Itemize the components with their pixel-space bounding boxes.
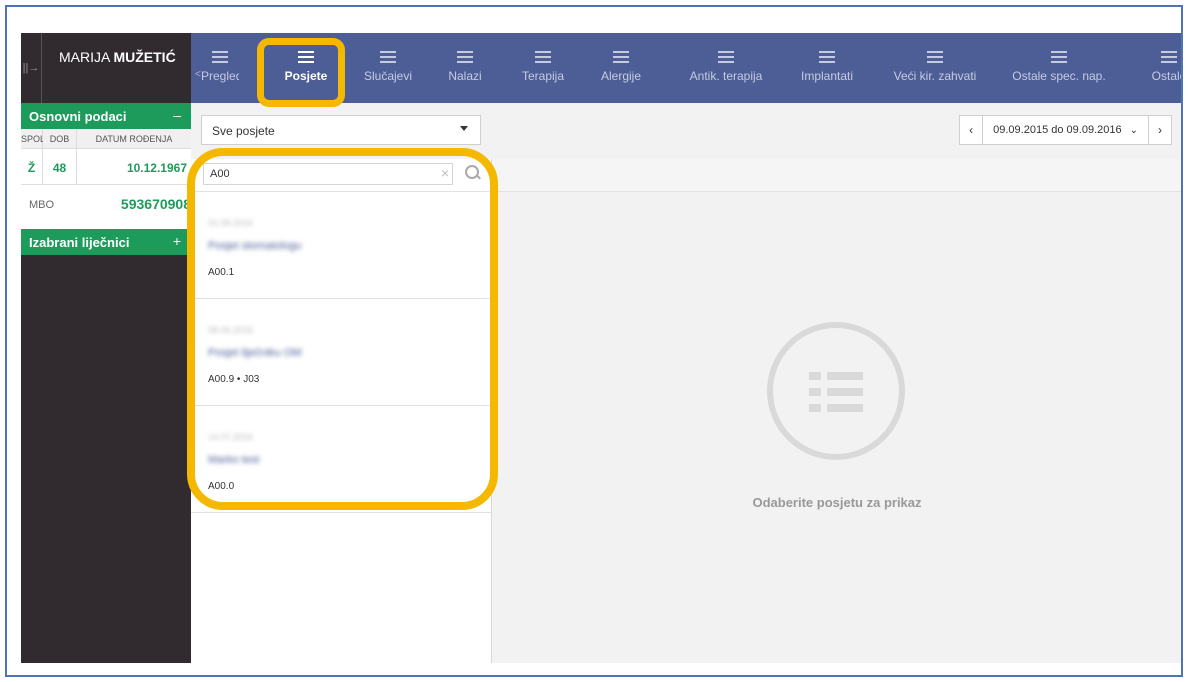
tab-slucajevi[interactable]: Slučajevi: [351, 33, 425, 103]
empty-state-message: Odaberite posjetu za prikaz: [752, 495, 922, 510]
list-icon: [535, 51, 551, 63]
list-placeholder-icon: [767, 322, 905, 460]
tab-label: Nalazi: [448, 69, 482, 83]
basic-data-header[interactable]: Osnovni podaci –: [21, 103, 191, 129]
patient-sidebar: ||→ MARIJA MUŽETIĆ Osnovni podaci – SPOL…: [21, 33, 191, 663]
date-range-value: 09.09.2015 do 09.09.2016: [993, 124, 1122, 136]
list-icon: [819, 51, 835, 63]
tab-implantati[interactable]: Implantati: [789, 33, 865, 103]
column-header-spol: SPOL: [21, 129, 45, 149]
tab-label: Antik. terapija: [689, 69, 763, 83]
basic-data-title: Osnovni podaci: [29, 109, 127, 124]
date-prev-button[interactable]: ‹: [960, 116, 984, 144]
list-icon: [457, 51, 473, 63]
patient-last-name: MUŽETIĆ: [113, 49, 176, 65]
date-range-navigator: ‹ 09.09.2015 do 09.09.2016 ⌄ ›: [959, 115, 1172, 145]
chevron-down-icon: ⌄: [1129, 124, 1138, 136]
nav-prev-arrow[interactable]: <: [195, 69, 201, 80]
list-icon: [927, 51, 943, 63]
tab-antik-terapija[interactable]: Antik. terapija: [673, 33, 779, 103]
collapse-sidebar-button[interactable]: ||→: [21, 33, 42, 103]
tab-label: Alergije: [600, 69, 642, 83]
gender-value: Ž: [21, 149, 43, 185]
tab-label: Slučajevi: [363, 69, 413, 83]
visit-type-selected: Sve posjete: [212, 124, 275, 138]
tab-pregled[interactable]: Pregled: [201, 33, 239, 103]
tab-nalazi[interactable]: Nalazi: [437, 33, 493, 103]
column-header-birthdate: DATUM ROĐENJA: [77, 129, 191, 149]
mbo-value: 593670908: [120, 196, 191, 212]
list-icon: [613, 51, 629, 63]
column-header-dob: DOB: [43, 129, 77, 149]
add-icon[interactable]: +: [173, 233, 181, 249]
highlight-visit-list: [187, 148, 498, 510]
tab-label: Ostale spec. nap.: [1012, 69, 1106, 83]
tab-veci-kir-zahvati[interactable]: Veći kir. zahvati: [879, 33, 991, 103]
tab-ostale-spec-nap[interactable]: Ostale spec. nap.: [1001, 33, 1117, 103]
list-icon: [718, 51, 734, 63]
collapse-icon[interactable]: –: [173, 107, 181, 123]
date-range-select[interactable]: 09.09.2015 do 09.09.2016 ⌄: [983, 116, 1148, 144]
doctors-header[interactable]: Izabrani liječnici +: [21, 229, 191, 255]
patient-header: ||→ MARIJA MUŽETIĆ: [21, 33, 191, 103]
list-icon: [212, 51, 228, 63]
tab-label: Terapija: [521, 69, 565, 83]
patient-name: MARIJA MUŽETIĆ: [59, 49, 176, 65]
list-icon: [1161, 51, 1177, 63]
visit-type-select[interactable]: Sve posjete: [201, 115, 481, 145]
tab-label: Pregled: [201, 69, 239, 83]
tab-ostalo[interactable]: Ostalo: [1139, 33, 1181, 103]
screenshot-frame: ||→ MARIJA MUŽETIĆ Osnovni podaci – SPOL…: [5, 5, 1183, 677]
birthdate-value: 10.12.1967: [77, 149, 191, 185]
mbo-label: MBO: [29, 199, 55, 211]
highlight-posjete-tab: [257, 38, 345, 107]
detail-header-bar: [492, 159, 1181, 192]
list-icon: [1051, 51, 1067, 63]
visit-detail-panel: Odaberite posjetu za prikaz: [492, 159, 1181, 663]
patient-first-name: MARIJA: [59, 49, 110, 65]
tab-label: Veći kir. zahvati: [893, 69, 977, 83]
list-icon: [380, 51, 396, 63]
age-value: 48: [43, 149, 77, 185]
tab-alergije[interactable]: Alergije: [591, 33, 651, 103]
date-next-button[interactable]: ›: [1148, 116, 1171, 144]
tab-label: Implantati: [800, 69, 854, 83]
basic-data-panel: SPOL DOB DATUM ROĐENJA Ž 48 10.12.1967 M…: [21, 129, 191, 229]
tab-label: Ostalo: [1151, 69, 1181, 83]
doctors-title: Izabrani liječnici: [29, 235, 130, 250]
tab-terapija[interactable]: Terapija: [513, 33, 573, 103]
caret-down-icon: [460, 126, 468, 131]
